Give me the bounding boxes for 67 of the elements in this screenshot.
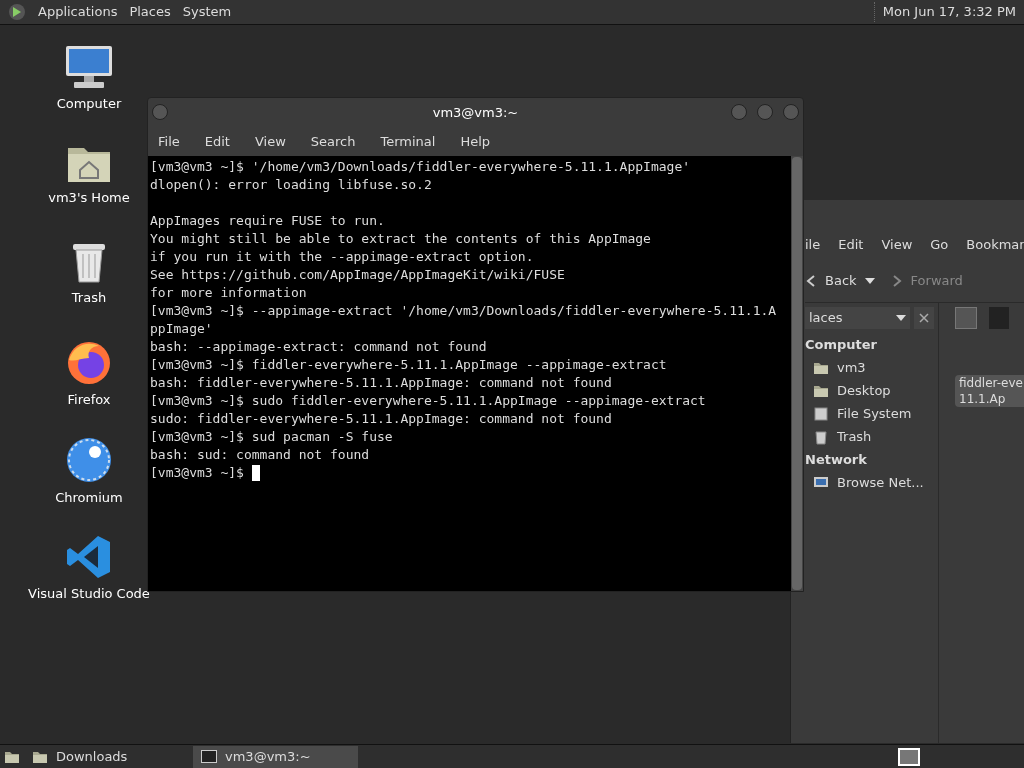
- trash-icon: [813, 428, 829, 445]
- menu-item[interactable]: Bookmar: [966, 235, 1024, 255]
- file-label[interactable]: fiddler-eve 11.1.Ap: [955, 375, 1024, 407]
- desktop-icon-label[interactable]: Firefox: [67, 390, 111, 410]
- terminal-line: ppImage': [150, 320, 213, 338]
- menu-item[interactable]: File: [158, 132, 180, 152]
- menu-item[interactable]: Edit: [838, 235, 864, 255]
- menu-item[interactable]: View: [881, 235, 913, 255]
- panel-menu[interactable]: Applications: [38, 2, 118, 22]
- terminal-icon: [201, 750, 217, 763]
- desktop-icon-label[interactable]: vm3's Home: [48, 188, 130, 208]
- desktop-icon-label[interactable]: Visual Studio Code: [28, 584, 150, 604]
- minimize-button[interactable]: [731, 104, 747, 120]
- taskbar-button[interactable]: vm3@vm3:~: [193, 745, 358, 768]
- menu-item[interactable]: View: [254, 132, 286, 152]
- globe-icon: [65, 436, 113, 484]
- panel-menu[interactable]: Places: [129, 2, 171, 22]
- sidebar-heading: Network: [805, 451, 868, 469]
- desktop-icon-label[interactable]: Chromium: [55, 488, 123, 508]
- menu-item[interactable]: Help: [460, 132, 491, 152]
- panel-menu[interactable]: System: [182, 2, 232, 22]
- menu-item[interactable]: ile: [805, 235, 821, 255]
- desktop-icon-label[interactable]: Computer: [56, 94, 122, 114]
- code-editor-icon: [66, 534, 112, 580]
- clock: Mon Jun 17, 3:32 PM: [873, 2, 1016, 22]
- menu-item[interactable]: Terminal: [380, 132, 436, 152]
- sidebar-item[interactable]: Desktop: [837, 380, 891, 401]
- close-button[interactable]: [783, 104, 799, 120]
- terminal-line: You might still be able to extract the contents of this AppImage: [150, 230, 651, 248]
- close-icon: [919, 313, 929, 323]
- places-dropdown[interactable]: laces: [805, 307, 910, 329]
- terminal-line: See https://github.com/AppImage/AppImageKit/wiki/FUSE: [150, 266, 565, 284]
- back-button[interactable]: Back: [805, 271, 857, 291]
- terminal-line: bash: fiddler-everywhere-5.11.1.AppImage: command not found: [150, 374, 612, 392]
- desktop-icon-label[interactable]: Trash: [71, 288, 107, 308]
- terminal-line: bash: --appimage-extract: command not found: [150, 338, 487, 356]
- menu-item[interactable]: Search: [310, 132, 356, 152]
- drive-icon: [813, 405, 829, 422]
- terminal-line: [vm3@vm3 ~]$ sud pacman -S fuse: [150, 428, 393, 446]
- terminal-line: [vm3@vm3 ~]$ fiddler-everywhere-5.11.1.AppImage --appimage-extract: [150, 356, 667, 374]
- caret-icon[interactable]: [864, 277, 875, 285]
- terminal-line: [vm3@vm3 ~]$ --appimage-extract '/home/vm3/Downloads/fiddler-everywhere-5.11.1.A: [150, 302, 777, 320]
- sidebar-item[interactable]: Browse Net...: [837, 472, 924, 493]
- sidebar-item[interactable]: vm3: [837, 357, 866, 378]
- terminal-line: for more information: [150, 284, 307, 302]
- caret-icon: [896, 314, 906, 322]
- menu-item[interactable]: Go: [930, 235, 949, 255]
- window-title: vm3@vm3:~: [432, 104, 519, 123]
- sidebar-heading: Computer: [805, 336, 879, 354]
- sidebar-item[interactable]: File System: [837, 403, 912, 424]
- terminal-line: [vm3@vm3 ~]$ '/home/vm3/Downloads/fiddler-everywhere-5.11.1.AppImage': [150, 158, 691, 176]
- terminal-line: dlopen(): error loading libfuse.so.2: [150, 176, 432, 194]
- sidebar-item[interactable]: Trash: [837, 426, 872, 447]
- menu-logo-icon[interactable]: [8, 3, 26, 21]
- terminal-line: sudo: fiddler-everywhere-5.11.1.AppImage: command not found: [150, 410, 612, 428]
- close-button[interactable]: [914, 307, 934, 329]
- terminal-line: bash: sud: command not found: [150, 446, 370, 464]
- window-menu-icon[interactable]: [152, 104, 168, 120]
- terminal-line: [vm3@vm3 ~]$: [150, 464, 245, 482]
- workspace-icon[interactable]: [898, 747, 920, 766]
- terminal-line: if you run it with the --appimage-extract option.: [150, 248, 534, 266]
- terminal-line: [vm3@vm3 ~]$ sudo fiddler-everywhere-5.11.1.AppImage --appimage-extract: [150, 392, 706, 410]
- terminal-line: AppImages require FUSE to run.: [150, 212, 385, 230]
- computer-icon: [64, 44, 114, 90]
- menu-item[interactable]: Edit: [204, 132, 230, 152]
- maximize-button[interactable]: [757, 104, 773, 120]
- scrollbar[interactable]: [791, 156, 803, 591]
